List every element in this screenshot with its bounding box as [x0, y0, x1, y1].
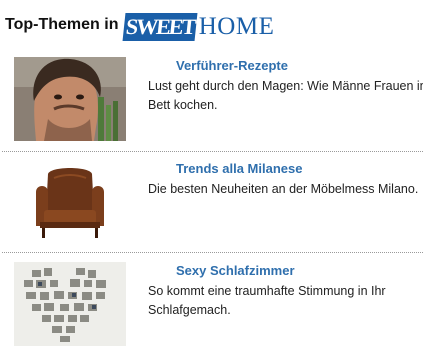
teaser-headline-link[interactable]: Verführer-Rezepte [176, 58, 288, 73]
header-title: Top-Themen in [5, 16, 119, 33]
teaser-description: Die besten Neuheiten an der Möbelmess Mi… [148, 182, 419, 196]
teaser-item: Verführer-Rezepte Lust geht durch den Ma… [0, 57, 423, 147]
top-topics-widget: Top-Themen in SWEET HOME Verführer-Rezep… [0, 0, 423, 354]
logo-part-sweet: SWEET [122, 13, 199, 41]
teaser-item: Sexy Schlafzimmer So kommt eine traumhaf… [0, 262, 423, 352]
teaser-image-photo-heart[interactable] [14, 262, 126, 346]
teaser-headline-link[interactable]: Sexy Schlafzimmer [176, 263, 295, 278]
divider [2, 151, 423, 152]
divider [2, 252, 423, 253]
teaser-description: So kommt eine traumhafte Stimmung in Ihr… [148, 284, 386, 317]
sweet-home-logo[interactable]: SWEET HOME [122, 9, 275, 41]
teaser-image-man[interactable] [14, 57, 126, 141]
widget-header: Top-Themen in SWEET HOME [5, 7, 274, 43]
teaser-image-armchair[interactable] [14, 160, 126, 244]
teaser-headline-link[interactable]: Trends alla Milanese [176, 161, 302, 176]
teaser-item: Trends alla Milanese Die besten Neuheite… [0, 160, 423, 250]
teaser-description: Lust geht durch den Magen: Wie Männe Fra… [148, 79, 423, 112]
logo-part-home: HOME [198, 13, 275, 40]
